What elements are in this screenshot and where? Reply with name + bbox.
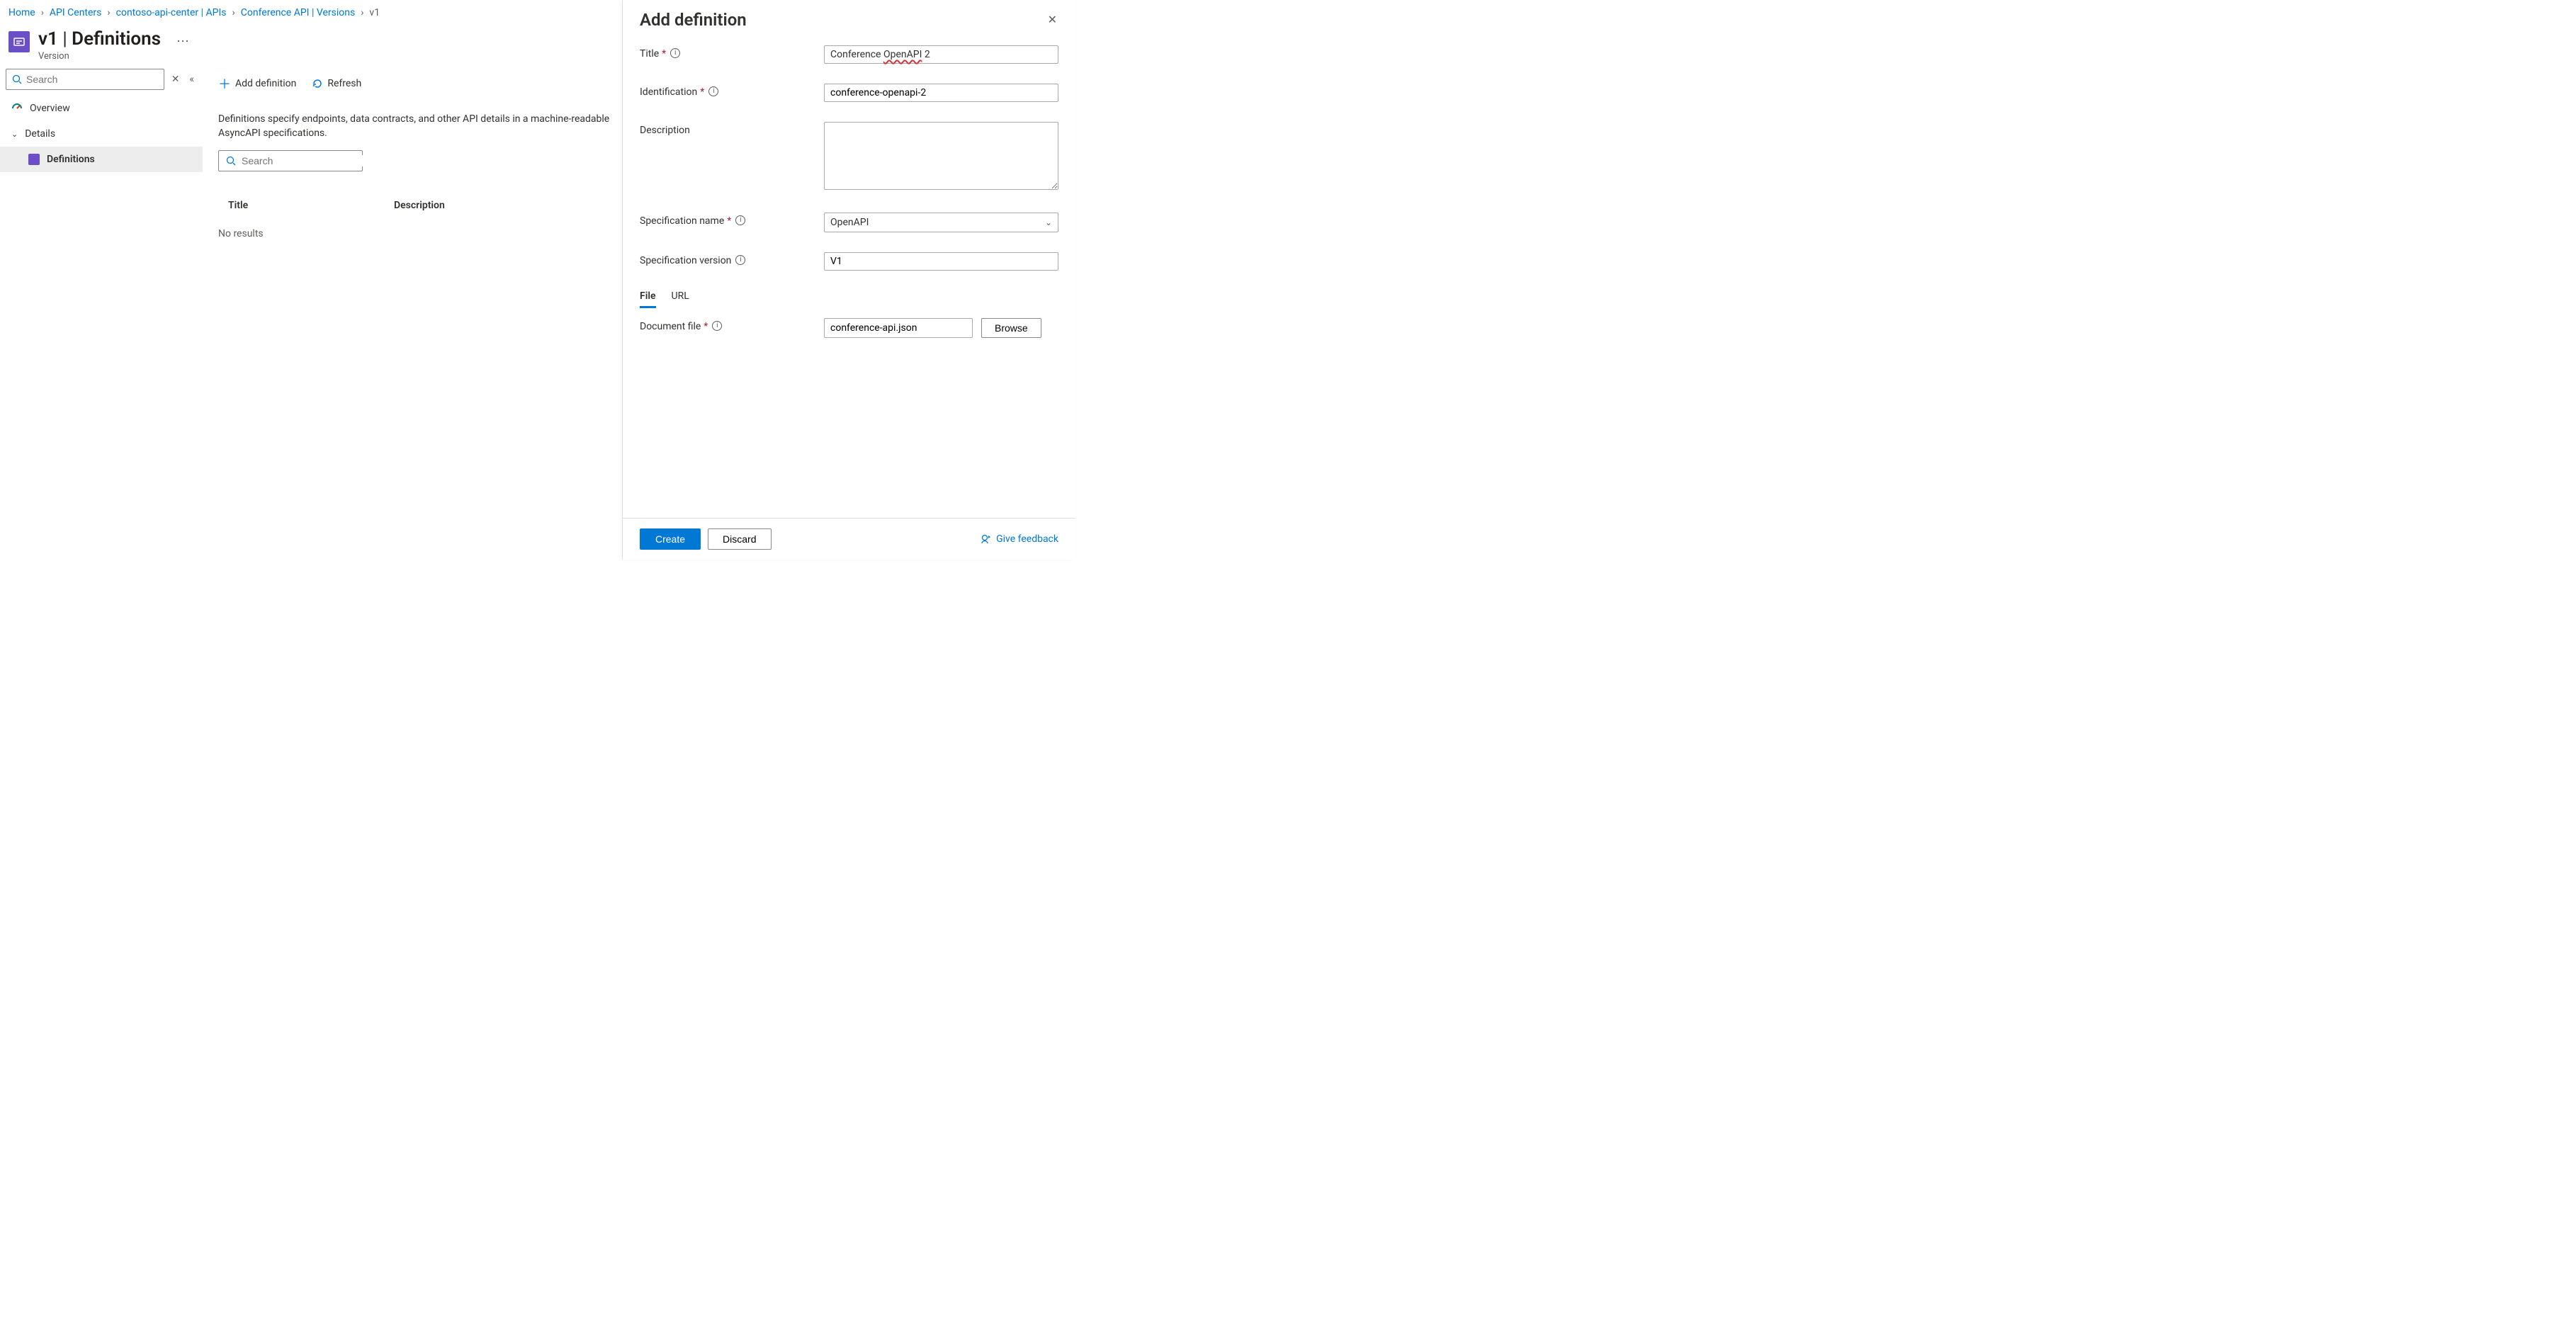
label-description: Description: [640, 122, 824, 193]
panel-footer: Create Discard Give feedback: [623, 518, 1075, 560]
add-definition-button[interactable]: ＋ Add definition: [218, 74, 296, 93]
definitions-description: Definitions specify endpoints, data cont…: [218, 113, 615, 140]
plus-icon: ＋: [218, 74, 231, 93]
chevron-down-icon: ⌄: [11, 130, 18, 139]
refresh-button[interactable]: Refresh: [312, 78, 361, 89]
overview-icon: [11, 103, 23, 114]
description-field[interactable]: [824, 122, 1058, 190]
sidebar-search-input[interactable]: [22, 74, 158, 85]
give-feedback-link[interactable]: Give feedback: [981, 533, 1058, 545]
chevron-right-icon: ›: [107, 7, 110, 18]
tab-url[interactable]: URL: [672, 290, 689, 308]
label-document-file: Document file* i: [640, 318, 824, 338]
sidebar-item-label: Details: [25, 128, 55, 140]
info-icon[interactable]: i: [735, 255, 745, 265]
add-definition-panel: Add definition ✕ Title* i Conference Ope…: [622, 0, 1075, 560]
info-icon[interactable]: i: [712, 321, 722, 331]
refresh-icon: [312, 78, 323, 89]
chevron-right-icon: ›: [41, 7, 44, 18]
sidebar-item-label: Overview: [30, 103, 70, 114]
main-search[interactable]: [218, 150, 363, 171]
label-title: Title* i: [640, 45, 824, 64]
search-icon: [12, 74, 22, 84]
crumb-home[interactable]: Home: [9, 7, 35, 18]
chevron-right-icon: ›: [361, 7, 363, 18]
label-spec-name: Specification name* i: [640, 213, 824, 232]
sidebar-search[interactable]: [6, 69, 164, 90]
main-search-input[interactable]: [236, 155, 370, 166]
tab-file[interactable]: File: [640, 290, 656, 308]
more-menu-icon[interactable]: ⋯: [176, 34, 189, 49]
crumb-api-centers[interactable]: API Centers: [50, 7, 102, 18]
spec-version-field[interactable]: [824, 252, 1058, 271]
label-spec-version: Specification version i: [640, 252, 824, 271]
chevron-down-icon: ⌄: [1045, 217, 1052, 227]
chevron-right-icon: ›: [232, 7, 235, 18]
create-button[interactable]: Create: [640, 528, 701, 550]
page-subtitle: Version: [38, 51, 161, 62]
version-icon: [9, 31, 30, 52]
browse-button[interactable]: Browse: [981, 318, 1041, 338]
definitions-icon: [28, 154, 40, 165]
sidebar-item-details[interactable]: ⌄ Details: [0, 121, 203, 147]
info-icon[interactable]: i: [670, 48, 680, 58]
upload-tabs: File URL: [640, 290, 1058, 308]
crumb-conference-api-versions[interactable]: Conference API | Versions: [241, 7, 355, 18]
crumb-contoso-api-center[interactable]: contoso-api-center | APIs: [116, 7, 227, 18]
info-icon[interactable]: i: [735, 215, 745, 225]
title-field[interactable]: Conference OpenAPI 2: [824, 45, 1058, 64]
collapse-icon[interactable]: «: [186, 71, 197, 88]
clear-icon[interactable]: ✕: [169, 71, 183, 88]
close-icon[interactable]: ✕: [1045, 10, 1060, 29]
search-icon: [226, 156, 236, 166]
sidebar-item-label: Definitions: [47, 154, 95, 165]
sidebar-item-definitions[interactable]: Definitions: [0, 147, 203, 172]
crumb-current: v1: [369, 7, 380, 18]
column-description[interactable]: Description: [394, 200, 445, 211]
feedback-icon: [981, 533, 992, 545]
sidebar: ✕ « Overview ⌄ Details Definitions: [0, 69, 203, 239]
column-title[interactable]: Title: [218, 200, 394, 211]
panel-title: Add definition: [640, 10, 1045, 30]
document-file-field[interactable]: [824, 318, 973, 338]
spec-name-select[interactable]: OpenAPI ⌄: [824, 213, 1058, 232]
identification-field[interactable]: [824, 84, 1058, 102]
sidebar-item-overview[interactable]: Overview: [0, 96, 203, 121]
label-identification: Identification* i: [640, 84, 824, 102]
info-icon[interactable]: i: [708, 86, 718, 96]
discard-button[interactable]: Discard: [708, 528, 771, 550]
page-title: v1 | Definitions: [38, 28, 161, 50]
